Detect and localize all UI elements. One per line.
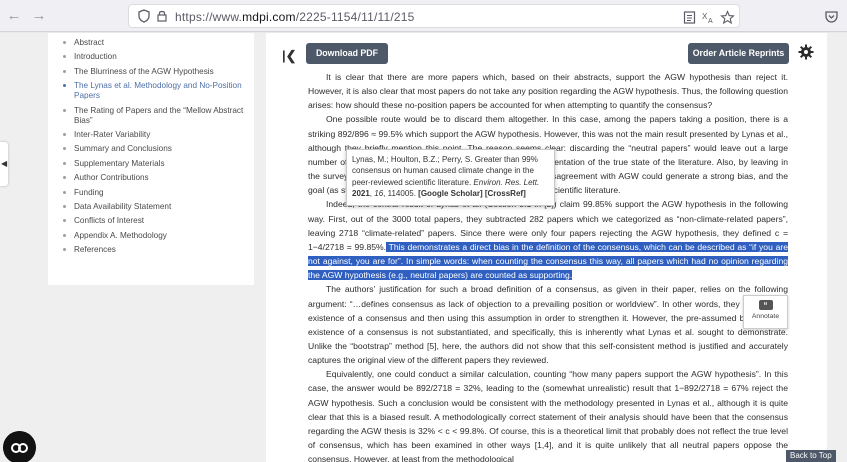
bullet-icon — [63, 147, 66, 151]
tooltip-pages: 114005. — [387, 188, 416, 198]
toc-item[interactable]: Author Contributions — [48, 173, 254, 183]
paragraph: Indeed, the central result of Lynas et a… — [308, 197, 788, 282]
back-arrow-icon[interactable]: ← — [6, 8, 22, 24]
toc-item[interactable]: Introduction — [48, 52, 254, 62]
toc-item[interactable]: References — [48, 245, 254, 255]
bullet-icon — [63, 219, 66, 223]
tooltip-journal: Environ. Res. Lett. — [473, 177, 540, 187]
toc-item[interactable]: Summary and Conclusions — [48, 144, 254, 154]
forward-arrow-icon[interactable]: → — [31, 8, 47, 24]
toc-item-label[interactable]: Inter-Rater Variability — [74, 130, 150, 139]
bullet-icon — [63, 84, 66, 88]
toc-item-label[interactable]: Conflicts of Interest — [74, 216, 144, 225]
download-pdf-button[interactable]: Download PDF — [306, 43, 388, 64]
pocket-icon[interactable] — [824, 9, 839, 24]
toc-item[interactable]: Appendix A. Methodology — [48, 231, 254, 241]
bullet-icon — [63, 248, 66, 252]
toc-item-label[interactable]: The Rating of Papers and the “Mellow Abs… — [74, 106, 243, 125]
star-bookmark-icon[interactable] — [720, 10, 735, 25]
toc-item[interactable]: The Blurriness of the AGW Hypothesis — [48, 67, 254, 77]
toc-item[interactable]: Inter-Rater Variability — [48, 130, 254, 140]
shield-icon[interactable] — [137, 9, 151, 23]
tooltip-links[interactable]: [Google Scholar] [CrossRef] — [418, 189, 526, 198]
gear-icon[interactable] — [798, 44, 814, 60]
svg-text:A: A — [708, 18, 713, 25]
lock-icon[interactable] — [155, 9, 169, 23]
bullet-icon — [63, 161, 66, 165]
order-reprints-button[interactable]: Order Article Reprints — [688, 43, 789, 64]
toc-item[interactable]: Abstract — [48, 38, 254, 48]
paragraph: Equivalently, one could conduct a simila… — [308, 369, 788, 462]
toc-item[interactable]: The Rating of Papers and the “Mellow Abs… — [48, 106, 254, 126]
address-bar[interactable]: https://www.mdpi.com/2225-1154/11/11/215… — [128, 4, 740, 28]
toc-item-label[interactable]: Appendix A. Methodology — [74, 231, 167, 240]
bullet-icon — [63, 132, 66, 136]
toc-item-label[interactable]: References — [74, 245, 116, 254]
reference-tooltip: Lynas, M.; Houlton, B.Z.; Perry, S. Grea… — [346, 149, 555, 206]
table-of-contents: Abstract Introduction The Blurriness of th… — [48, 33, 254, 285]
toc-item-label[interactable]: The Lynas et al. Methodology and No-Posi… — [74, 81, 242, 100]
paragraph: The authors’ justification for such a br… — [308, 284, 788, 366]
url-text[interactable]: https://www.mdpi.com/2225-1154/11/11/215 — [175, 10, 415, 24]
article-panel: |❮ Download PDF Order Article Reprints I… — [266, 33, 827, 462]
chat-bubble-icon[interactable] — [3, 431, 36, 462]
translate-icon[interactable]: X A — [701, 10, 716, 25]
toc-item[interactable]: The Lynas et al. Methodology and No-Posi… — [48, 81, 254, 101]
article-body: It is clear that there are more papers w… — [308, 70, 788, 462]
toc-list: Abstract Introduction The Blurriness of th… — [48, 33, 254, 255]
collapse-sidebar-icon[interactable]: |❮ — [282, 48, 297, 64]
toc-item-label[interactable]: Supplementary Materials — [74, 159, 165, 168]
bullet-icon — [63, 55, 66, 59]
bullet-icon — [63, 204, 66, 208]
toc-item-label[interactable]: Data Availability Statement — [74, 202, 171, 211]
bullet-icon — [63, 190, 66, 194]
bullet-icon — [63, 233, 66, 237]
comment-icon: “ — [758, 300, 773, 310]
toc-item-label[interactable]: Abstract — [74, 38, 104, 47]
bullet-icon — [63, 108, 66, 112]
bullet-icon — [63, 176, 66, 180]
bullet-icon — [63, 41, 66, 44]
reader-view-icon[interactable] — [682, 10, 697, 25]
toc-item[interactable]: Supplementary Materials — [48, 159, 254, 169]
tooltip-volume: 16 — [374, 188, 384, 198]
toc-item-label[interactable]: Introduction — [74, 52, 117, 61]
toc-item-label[interactable]: Author Contributions — [74, 173, 149, 182]
toc-item-label[interactable]: Funding — [74, 188, 104, 197]
page: Abstract Introduction The Blurriness of th… — [0, 33, 847, 462]
toc-item-label[interactable]: Summary and Conclusions — [74, 144, 172, 153]
chevron-left-icon: ◀ — [1, 159, 8, 168]
paragraph: It is clear that there are more papers w… — [308, 72, 788, 111]
left-drawer-handle[interactable]: ◀ — [0, 142, 8, 186]
back-to-top-button[interactable]: Back to Top — [786, 450, 836, 462]
tooltip-year: 2021 — [352, 188, 370, 198]
toc-item[interactable]: Data Availability Statement — [48, 202, 254, 212]
toc-item-label[interactable]: The Blurriness of the AGW Hypothesis — [74, 67, 214, 76]
annotate-button[interactable]: “ Annotate — [743, 295, 788, 329]
toc-item[interactable]: Funding — [48, 188, 254, 198]
bullet-icon — [63, 69, 66, 73]
toc-item[interactable]: Conflicts of Interest — [48, 216, 254, 226]
browser-toolbar: ← → https://www.mdpi.com/2225-1154/11/11… — [0, 0, 847, 32]
annotate-label: Annotate — [751, 313, 780, 320]
